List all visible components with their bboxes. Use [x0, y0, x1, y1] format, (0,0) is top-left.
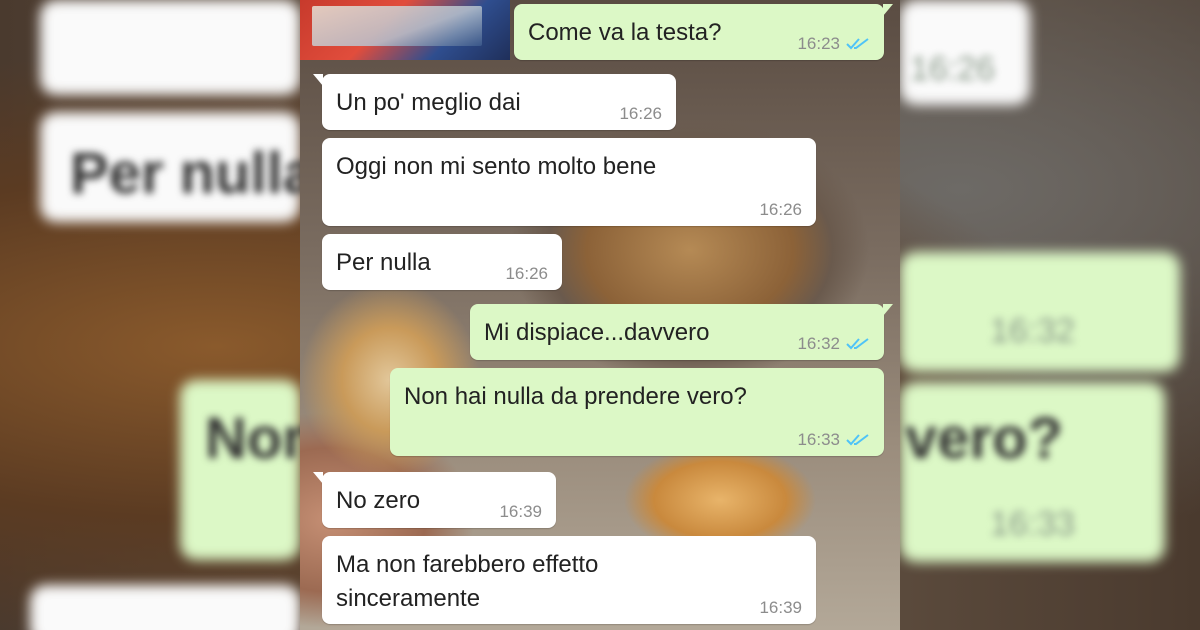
read-ticks-icon: [846, 38, 869, 50]
background-photo-card: [300, 0, 510, 60]
card-graphic: [312, 6, 482, 46]
chat-message-outgoing[interactable]: Mi dispiace...davvero 16:32: [470, 304, 893, 360]
message-time: 16:33: [797, 430, 840, 449]
message-meta: 16:32: [797, 334, 870, 354]
message-time: 16:32: [797, 334, 840, 353]
chat-screenshot: Come va la testa? 16:23 Un po' meglio da…: [300, 0, 900, 630]
read-ticks-icon: [846, 434, 869, 446]
backdrop-bubble: [30, 585, 300, 630]
message-meta: 16:26: [619, 104, 662, 124]
message-meta: 16:39: [499, 502, 542, 522]
message-time: 16:26: [505, 264, 548, 283]
backdrop-text: Per nulla: [70, 141, 315, 206]
chat-message-outgoing[interactable]: Come va la testa? 16:23: [514, 4, 893, 60]
message-text: Oggi non mi sento molto bene: [336, 153, 657, 180]
chat-message-incoming[interactable]: Oggi non mi sento molto bene 16:26: [322, 138, 816, 226]
message-meta: 16:26: [759, 200, 802, 220]
backdrop-time: 16:32: [990, 312, 1076, 350]
message-time: 16:23: [797, 34, 840, 53]
message-time: 16:26: [619, 104, 662, 123]
read-ticks-icon: [846, 338, 869, 350]
backdrop-time: 16:26: [910, 50, 996, 88]
backdrop-text: vero?: [905, 406, 1063, 471]
message-meta: 16:26: [505, 264, 548, 284]
message-time: 16:39: [499, 502, 542, 521]
message-time: 16:26: [759, 200, 802, 219]
message-time: 16:39: [759, 598, 802, 617]
message-text: Un po' meglio dai: [336, 89, 521, 116]
chat-message-outgoing[interactable]: Non hai nulla da prendere vero? 16:33: [390, 368, 884, 456]
chat-message-incoming[interactable]: Ma non farebbero effetto sinceramente 16…: [322, 536, 816, 624]
message-text: Ma non farebbero effetto sinceramente: [336, 551, 599, 612]
backdrop-bubble: [40, 0, 300, 95]
message-text: Non hai nulla da prendere vero?: [404, 383, 747, 410]
message-meta: 16:33: [797, 430, 870, 450]
backdrop-time: 16:33: [990, 505, 1076, 543]
chat-message-incoming[interactable]: No zero 16:39: [313, 472, 556, 528]
chat-message-incoming[interactable]: Un po' meglio dai 16:26: [313, 74, 676, 130]
message-meta: 16:39: [759, 598, 802, 618]
chat-message-incoming[interactable]: Per nulla 16:26: [322, 234, 562, 290]
message-meta: 16:23: [797, 34, 870, 54]
